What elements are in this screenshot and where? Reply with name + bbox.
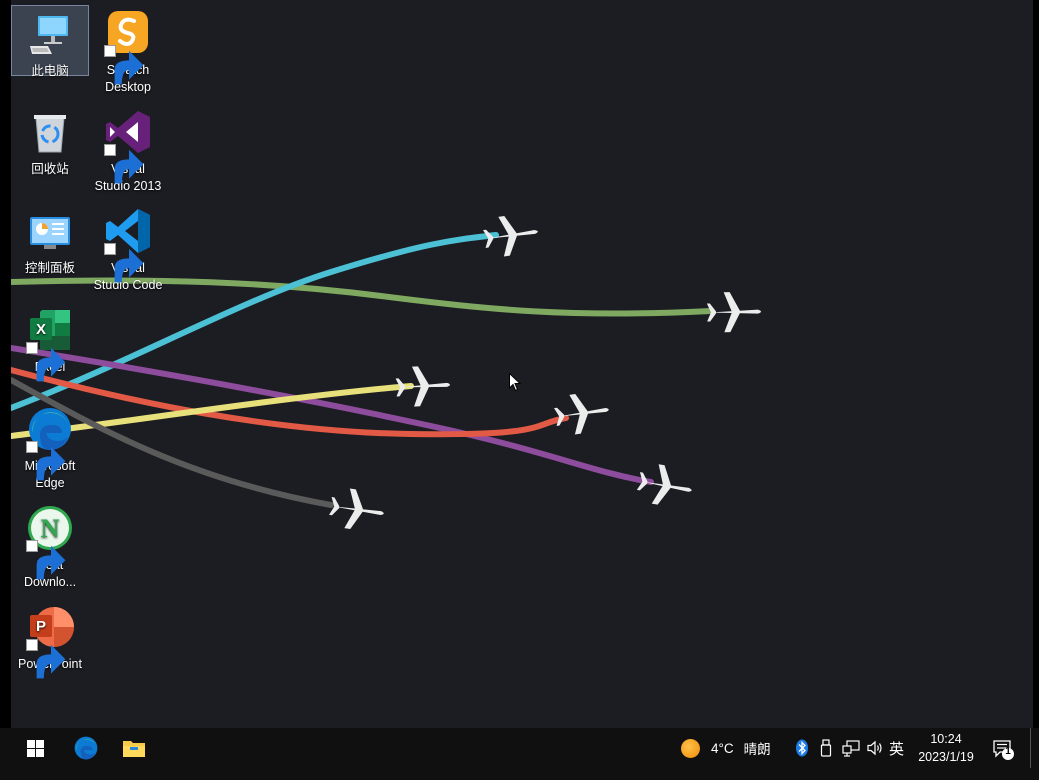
desktop-icon-scratch-desktop[interactable]: Scratch Desktop [89,5,167,96]
file-explorer-icon [123,741,145,757]
desktop-icon-neat-download[interactable]: N Neat Downlo... [11,500,89,591]
powerpoint-icon: P [26,603,74,679]
desktop-icon-visual-studio-2013[interactable]: Visual Studio 2013 [89,104,167,195]
bluetooth-button[interactable] [795,736,809,760]
network-icon [842,740,860,757]
edge-icon [74,736,98,760]
airplane-icon [481,211,541,259]
desktop-icon-label: 控制面板 [24,261,75,275]
desktop[interactable]: 此电脑 回收站 控制面板 X Edge N Downlo... P Deskto… [11,0,1033,728]
taskbar-file-explorer-button[interactable] [110,728,158,768]
desktop-icon-recycle-bin[interactable]: 回收站 [11,104,89,178]
bluetooth-icon [796,739,808,757]
excel-icon: X [26,306,74,382]
volume-icon [867,740,882,756]
action-center-button[interactable]: 1 [992,738,1014,762]
airplane-icon [634,461,696,511]
clock-date: 2023/1/19 [918,750,974,764]
desktop-icon-label: 此电脑 [31,64,69,78]
clock[interactable]: 10:24 2023/1/19 [908,730,984,766]
ime-indicator[interactable]: 英 [889,736,904,760]
volume-button[interactable] [866,736,884,760]
usb-device-button[interactable] [820,736,832,760]
airplane-icon [394,364,452,408]
taskbar-edge-button[interactable] [62,728,110,768]
svg-text:N: N [41,514,60,543]
show-desktop-button[interactable] [1030,728,1031,768]
notification-count-badge: 1 [1005,746,1011,757]
weather-temp: 4°C [711,740,734,756]
desktop-icon-visual-studio-code[interactable]: Visual Studio Code [89,203,167,294]
clock-time: 10:24 [930,732,962,746]
desktop-icon-powerpoint[interactable]: P PowerPoint [11,599,89,679]
airplane-icon [706,291,762,333]
usb-icon [820,739,832,757]
control-panel-icon [26,207,74,255]
sun-icon [681,738,700,758]
this-pc-icon [26,10,74,58]
svg-text:P: P [36,618,46,635]
edge-icon [26,405,74,481]
recycle-bin-icon [26,108,74,156]
desktop-icon-control-panel[interactable]: 控制面板 [11,203,89,277]
svg-text:X: X [36,321,46,338]
network-button[interactable] [842,736,860,760]
mouse-cursor-icon [509,373,521,392]
screen: 此电脑 回收站 控制面板 X Edge N Downlo... P Deskto… [0,0,1039,780]
airplane-icon [327,486,387,534]
airplane-icon [552,389,612,437]
visual-studio-icon [104,108,152,184]
desktop-icon-microsoft-edge[interactable]: Microsoft Edge [11,401,89,492]
start-icon [26,739,44,757]
weather-widget[interactable]: 4°C 晴朗 [681,736,771,760]
taskbar: 4°C 晴朗 英 10:24 2023/1/19 1 [0,728,1039,780]
scratch-icon [104,9,152,85]
start-button[interactable] [11,728,59,768]
desktop-icon-this-pc[interactable]: 此电脑 [11,5,89,78]
weather-condition: 晴朗 [743,742,771,757]
desktop-icon-label: 回收站 [31,162,69,176]
desktop-icon-excel[interactable]: X Excel [11,302,89,382]
neat-download-icon: N [26,504,74,580]
vscode-icon [104,207,152,283]
